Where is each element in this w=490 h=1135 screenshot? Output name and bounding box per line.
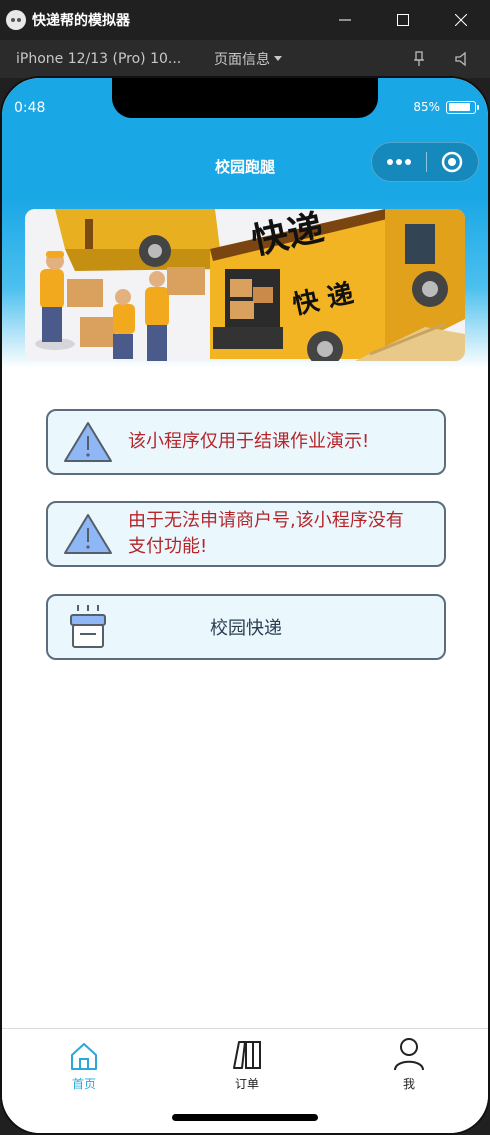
notice-text-line2: 支付功能! [128,536,208,557]
pin-icon[interactable] [412,51,426,67]
orders-icon [233,1041,261,1069]
chevron-down-icon [274,56,282,61]
notice-card-payment: 由于无法申请商户号,该小程序没有 支付功能! [46,501,446,567]
status-time: 0:48 [14,100,46,116]
battery-status: 85% [413,100,479,114]
mini-program-capsule [371,142,479,182]
tab-orders[interactable]: 订单 [207,1035,287,1092]
delivery-banner: 快递 快 递 [25,209,465,361]
target-close-icon [441,151,463,173]
window-titlebar: 快递帮的模拟器 [0,0,490,40]
tab-home[interactable]: 首页 [44,1035,124,1092]
notice-card-demo: 该小程序仅用于结课作业演示! [46,409,446,475]
speaker-icon[interactable] [454,51,470,67]
home-icon [71,1043,97,1070]
page-info-dropdown[interactable]: 页面信息 [214,49,282,69]
more-menu-button[interactable] [372,159,426,165]
campus-express-label: 校园快递 [210,618,282,639]
notice-text: 由于无法申请商户号,该小程序没有 支付功能! [128,508,404,560]
tab-orders-label: 订单 [234,1077,259,1091]
notice-text: 该小程序仅用于结课作业演示! [128,431,370,452]
minimize-button[interactable] [316,0,374,40]
tab-me-label: 我 [402,1077,415,1091]
device-select[interactable]: iPhone 12/13 (Pro) 10... [16,51,188,67]
close-button[interactable] [432,0,490,40]
window-controls [316,0,490,40]
tab-bar: 首页 订单 我 [2,1028,488,1133]
close-program-button[interactable] [426,151,478,173]
delivery-trucks-illustration: 快递 快 递 [25,209,465,361]
minimize-icon [339,19,351,21]
battery-icon [446,100,479,114]
window-title: 快递帮的模拟器 [32,13,130,29]
more-dots-icon [386,159,393,165]
phone-notch [112,78,378,118]
campus-express-button[interactable]: 校园快递 [46,594,446,660]
close-icon [455,14,467,26]
warning-icon [64,514,112,554]
notice-text-line1: 由于无法申请商户号,该小程序没有 [128,510,404,531]
page-info-label: 页面信息 [214,52,270,68]
user-icon [394,1038,424,1071]
wechat-devtools-icon [6,10,26,30]
package-box-icon [70,605,106,648]
tab-home-label: 首页 [71,1077,96,1091]
home-indicator [172,1114,318,1121]
battery-percent: 85% [413,100,440,114]
warning-icon [64,422,112,462]
simulator-toolbar: iPhone 12/13 (Pro) 10... 页面信息 [0,40,490,78]
maximize-button[interactable] [374,0,432,40]
tab-me[interactable]: 我 [369,1035,449,1092]
maximize-icon [397,14,409,26]
phone-screen: 0:48 85% 校园跑腿 快递 快 递 该小程序仅用于结课作业演示! 由于无法… [0,76,490,1135]
